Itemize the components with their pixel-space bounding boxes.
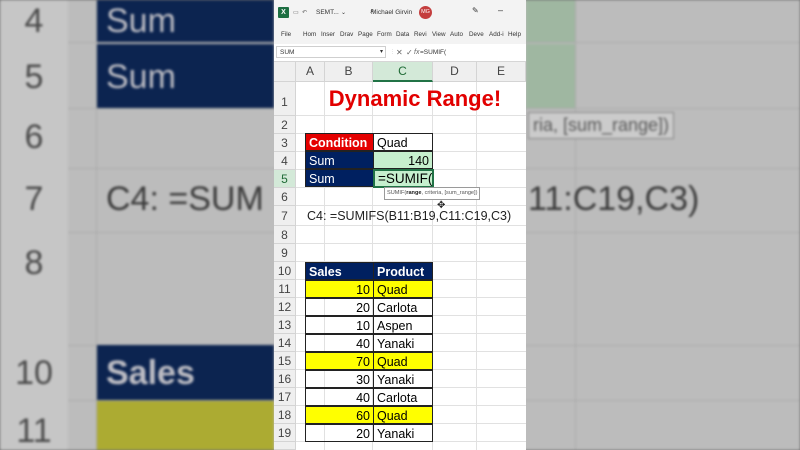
tab-add-ins[interactable]: Add-i: [489, 31, 504, 38]
row-header[interactable]: 8: [274, 226, 296, 244]
formula-input[interactable]: =SUMIF(: [420, 47, 446, 58]
row-header[interactable]: 1: [274, 82, 296, 116]
autosave-toggle-icon[interactable]: ▭: [293, 9, 299, 16]
cell-b3-condition-label[interactable]: Condition: [305, 133, 374, 151]
more-options-icon: ⋮: [390, 49, 395, 55]
tab-page-layout[interactable]: Page: [358, 31, 373, 38]
row-header[interactable]: 5: [274, 170, 296, 188]
table-cell-sales[interactable]: 40: [305, 388, 374, 406]
row-header[interactable]: 14: [274, 334, 296, 352]
name-box[interactable]: SUM ▾: [276, 46, 386, 58]
row-header[interactable]: 19: [274, 424, 296, 442]
table-cell-sales[interactable]: 20: [305, 298, 374, 316]
select-all-corner[interactable]: [274, 62, 296, 82]
tab-developer[interactable]: Deve: [469, 31, 484, 38]
table-cell-sales[interactable]: 20: [305, 424, 374, 442]
table-cell-product[interactable]: Quad: [373, 280, 433, 298]
cell-c4-sum-value[interactable]: 140: [373, 151, 433, 169]
row-header[interactable]: 10: [274, 262, 296, 280]
user-name: Michael Girvin: [371, 9, 413, 16]
tab-home[interactable]: Hom: [303, 31, 316, 38]
tab-formulas[interactable]: Form: [377, 31, 392, 38]
pen-icon[interactable]: ✎: [472, 6, 479, 15]
row-header[interactable]: 3: [274, 134, 296, 152]
cell-c3-condition-value[interactable]: Quad: [373, 133, 433, 151]
insert-function-icon[interactable]: fx: [414, 47, 419, 58]
cell-b4-sum-label[interactable]: Sum: [305, 151, 374, 169]
table-cell-sales[interactable]: 10: [305, 280, 374, 298]
file-name[interactable]: SEMT...: [316, 9, 339, 16]
row-header[interactable]: 7: [274, 206, 296, 226]
row-header[interactable]: 11: [274, 280, 296, 298]
gridline: [296, 115, 526, 116]
formula-bar: SUM ▾ ⋮ ✕ ✓ fx =SUMIF(: [274, 44, 526, 62]
formula-note: C4: =SUMIFS(B11:B19,C11:C19,C3): [307, 209, 512, 223]
tab-automate[interactable]: Auto: [450, 31, 463, 38]
avatar[interactable]: MG: [419, 6, 432, 19]
excel-logo-icon: X: [278, 7, 289, 18]
row-header[interactable]: 6: [274, 188, 296, 206]
tab-view[interactable]: View: [432, 31, 446, 38]
table-cell-product[interactable]: Quad: [373, 406, 433, 424]
table-header-product[interactable]: Product: [373, 262, 433, 280]
row-header[interactable]: 4: [274, 152, 296, 170]
gridline: [476, 82, 477, 450]
sheet-title: Dynamic Range!: [328, 86, 502, 111]
gridline: [296, 205, 526, 206]
tab-draw[interactable]: Drav: [340, 31, 353, 38]
row-header[interactable]: 16: [274, 370, 296, 388]
table-cell-product[interactable]: Yanaki: [373, 424, 433, 442]
tab-data[interactable]: Data: [396, 31, 409, 38]
table-cell-sales[interactable]: 60: [305, 406, 374, 424]
tab-help[interactable]: Help: [508, 31, 521, 38]
column-header-e[interactable]: E: [477, 62, 526, 82]
row-header[interactable]: 18: [274, 406, 296, 424]
undo-icon[interactable]: ↶: [302, 9, 307, 16]
name-box-value: SUM: [280, 49, 295, 56]
gridline: [296, 243, 526, 244]
column-header-d[interactable]: D: [433, 62, 477, 82]
column-header-c[interactable]: C: [373, 62, 433, 82]
row-header[interactable]: 2: [274, 116, 296, 134]
ribbon-tabs: File Hom Inser Drav Page Form Data Revi …: [274, 26, 526, 45]
table-cell-sales[interactable]: 10: [305, 316, 374, 334]
title-bar: X ▭ ↶ SEMT... ⌄ ⌕ Michael Girvin MG ✎ –: [274, 0, 526, 26]
row-header[interactable]: 12: [274, 298, 296, 316]
chevron-down-icon[interactable]: ⌄: [341, 9, 346, 16]
column-header-a[interactable]: A: [296, 62, 325, 82]
minimize-icon[interactable]: –: [498, 5, 503, 15]
tooltip-arg-range: range: [406, 190, 422, 196]
row-header[interactable]: 9: [274, 244, 296, 262]
table-cell-sales[interactable]: 30: [305, 370, 374, 388]
enter-icon[interactable]: ✓: [406, 47, 413, 58]
row-header: [274, 442, 296, 450]
table-cell-product[interactable]: Carlota: [373, 388, 433, 406]
row-header[interactable]: 17: [274, 388, 296, 406]
cell-c5-editing[interactable]: =SUMIF(: [373, 169, 434, 188]
tab-file[interactable]: File: [281, 31, 291, 38]
tab-review[interactable]: Revi: [414, 31, 427, 38]
gridline: [296, 225, 526, 226]
table-header-sales[interactable]: Sales: [305, 262, 374, 280]
row-header[interactable]: 15: [274, 352, 296, 370]
table-cell-sales[interactable]: 40: [305, 334, 374, 352]
table-cell-product[interactable]: Carlota: [373, 298, 433, 316]
table-cell-product[interactable]: Yanaki: [373, 370, 433, 388]
function-tooltip: SUMIF(range, criteria, [sum_range]): [384, 187, 481, 200]
row-header[interactable]: 13: [274, 316, 296, 334]
cancel-icon[interactable]: ✕: [396, 47, 403, 58]
tooltip-args: , criteria, [sum_range]): [421, 190, 478, 196]
table-cell-sales[interactable]: 70: [305, 352, 374, 370]
chevron-down-icon[interactable]: ▾: [380, 47, 383, 58]
tooltip-function: SUMIF(: [387, 190, 407, 196]
table-cell-product[interactable]: Quad: [373, 352, 433, 370]
tab-insert[interactable]: Inser: [321, 31, 335, 38]
cell-b5-sum-label[interactable]: Sum: [305, 169, 374, 187]
column-header-b[interactable]: B: [325, 62, 373, 82]
table-cell-product[interactable]: Aspen: [373, 316, 433, 334]
table-cell-product[interactable]: Yanaki: [373, 334, 433, 352]
